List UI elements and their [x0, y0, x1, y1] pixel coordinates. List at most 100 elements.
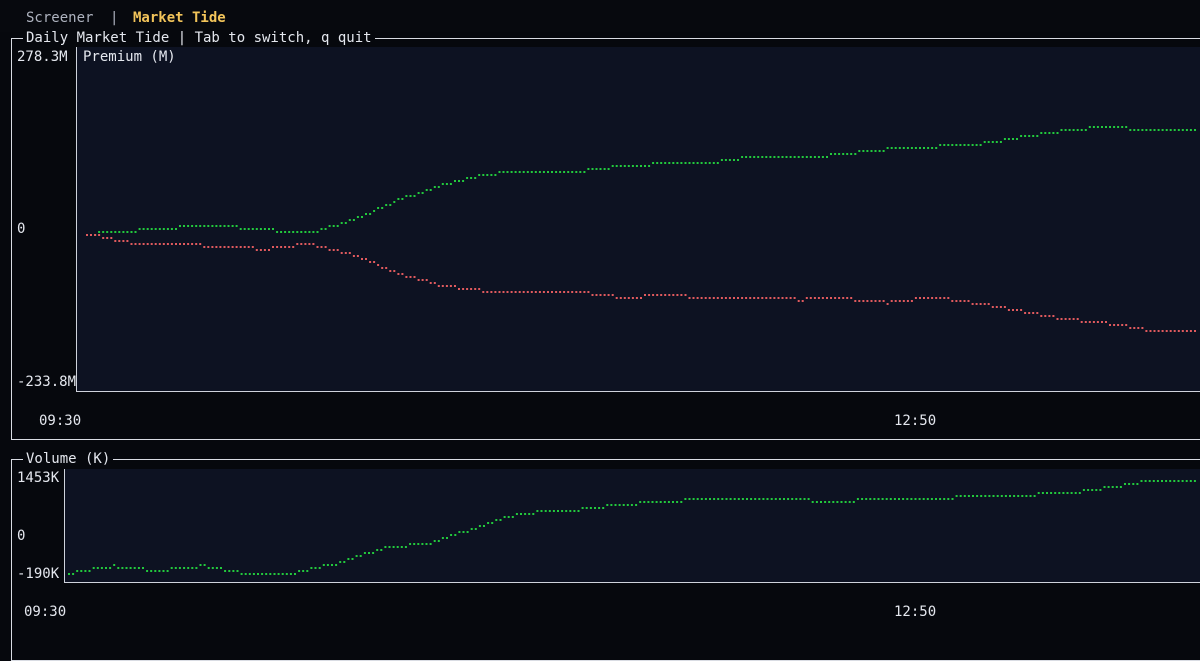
volume-point: [967, 495, 970, 497]
volume-point: [926, 498, 929, 500]
volume-point: [285, 573, 288, 575]
volume-point: [647, 501, 650, 503]
volume-point: [289, 573, 292, 575]
volume-point: [713, 498, 716, 500]
volume-point: [1033, 495, 1036, 497]
volume-point: [154, 570, 157, 572]
volume-point: [384, 546, 387, 548]
volume-point: [1091, 489, 1094, 491]
volume-point: [404, 546, 407, 548]
volume-point: [1099, 489, 1102, 491]
volume-point: [474, 528, 477, 530]
volume-point: [898, 498, 900, 500]
volume-point: [281, 573, 284, 575]
volume-point: [1029, 495, 1032, 497]
volume-point: [639, 501, 642, 503]
volume-point: [298, 570, 301, 572]
volume-point: [606, 504, 609, 506]
volume-point: [832, 501, 835, 503]
volume-point: [577, 510, 580, 512]
volume-point: [733, 498, 736, 500]
volume-point: [585, 507, 588, 509]
volume-point: [935, 498, 937, 500]
volume-point: [1132, 483, 1135, 485]
volume-point: [544, 510, 547, 512]
volume-point: [80, 570, 83, 572]
volume-point: [602, 507, 605, 509]
volume-point: [746, 498, 748, 500]
volume-point: [1062, 492, 1065, 494]
volume-point: [1144, 480, 1147, 482]
volume-point: [211, 567, 214, 569]
volume-point: [815, 501, 818, 503]
volume-point: [1103, 486, 1106, 488]
volume-point: [680, 501, 683, 503]
volume-point: [68, 573, 70, 575]
volume-point: [889, 498, 892, 500]
volume-point: [865, 498, 868, 500]
volume-point: [191, 567, 194, 569]
volume-point: [1013, 495, 1016, 497]
volume-point: [774, 498, 777, 500]
volume-point: [318, 567, 321, 569]
volume-point: [922, 498, 925, 500]
volume-point: [129, 567, 132, 569]
volume-point: [630, 504, 633, 506]
volume-point: [856, 498, 859, 500]
volume-point: [470, 528, 473, 530]
volume-point: [873, 498, 876, 500]
volume-point: [400, 546, 403, 548]
volume-point: [76, 570, 79, 572]
volume-point: [692, 498, 695, 500]
volume-point: [207, 567, 210, 569]
volume-point: [499, 519, 502, 521]
volume-point: [536, 510, 539, 512]
volume-point: [791, 498, 794, 500]
volume-point: [696, 498, 699, 500]
volume-point: [1189, 480, 1192, 482]
volume-point: [236, 570, 239, 572]
volume-point: [343, 561, 346, 563]
volume-point: [1148, 480, 1151, 482]
volume-point: [215, 567, 218, 569]
volume-point: [540, 510, 543, 512]
volume-point: [618, 504, 621, 506]
volume-point: [770, 498, 773, 500]
volume-point: [228, 570, 231, 572]
volume-point: [359, 555, 362, 557]
volume-point: [520, 513, 522, 515]
volume-point: [840, 501, 843, 503]
volume-point: [199, 564, 202, 566]
volume-point: [614, 504, 617, 506]
volume-point: [150, 570, 153, 572]
volume-point: [347, 558, 350, 560]
volume-point: [450, 534, 453, 536]
volume-point: [528, 513, 531, 515]
volume-point: [88, 570, 91, 572]
volume-point: [483, 525, 485, 527]
volume-point: [557, 510, 559, 512]
volume-point: [828, 501, 831, 503]
volume-point: [581, 507, 584, 509]
volume-point: [676, 501, 679, 503]
volume-point: [651, 501, 654, 503]
volume-point: [310, 567, 313, 569]
volume-point: [133, 567, 136, 569]
volume-point: [224, 570, 227, 572]
volume-point: [409, 543, 412, 545]
volume-point: [803, 498, 806, 500]
volume-point: [1058, 492, 1061, 494]
volume-point: [351, 558, 354, 560]
volume-point: [910, 498, 913, 500]
volume-point: [368, 552, 370, 554]
volume-point: [704, 498, 707, 500]
volume-point: [121, 567, 124, 569]
volume-point: [277, 573, 280, 575]
volume-point: [183, 567, 186, 569]
volume-point: [717, 498, 720, 500]
volume-point: [721, 498, 724, 500]
volume-point: [1140, 480, 1143, 482]
volume-point: [635, 504, 638, 506]
volume-point: [684, 498, 687, 500]
volume-point: [232, 570, 235, 572]
